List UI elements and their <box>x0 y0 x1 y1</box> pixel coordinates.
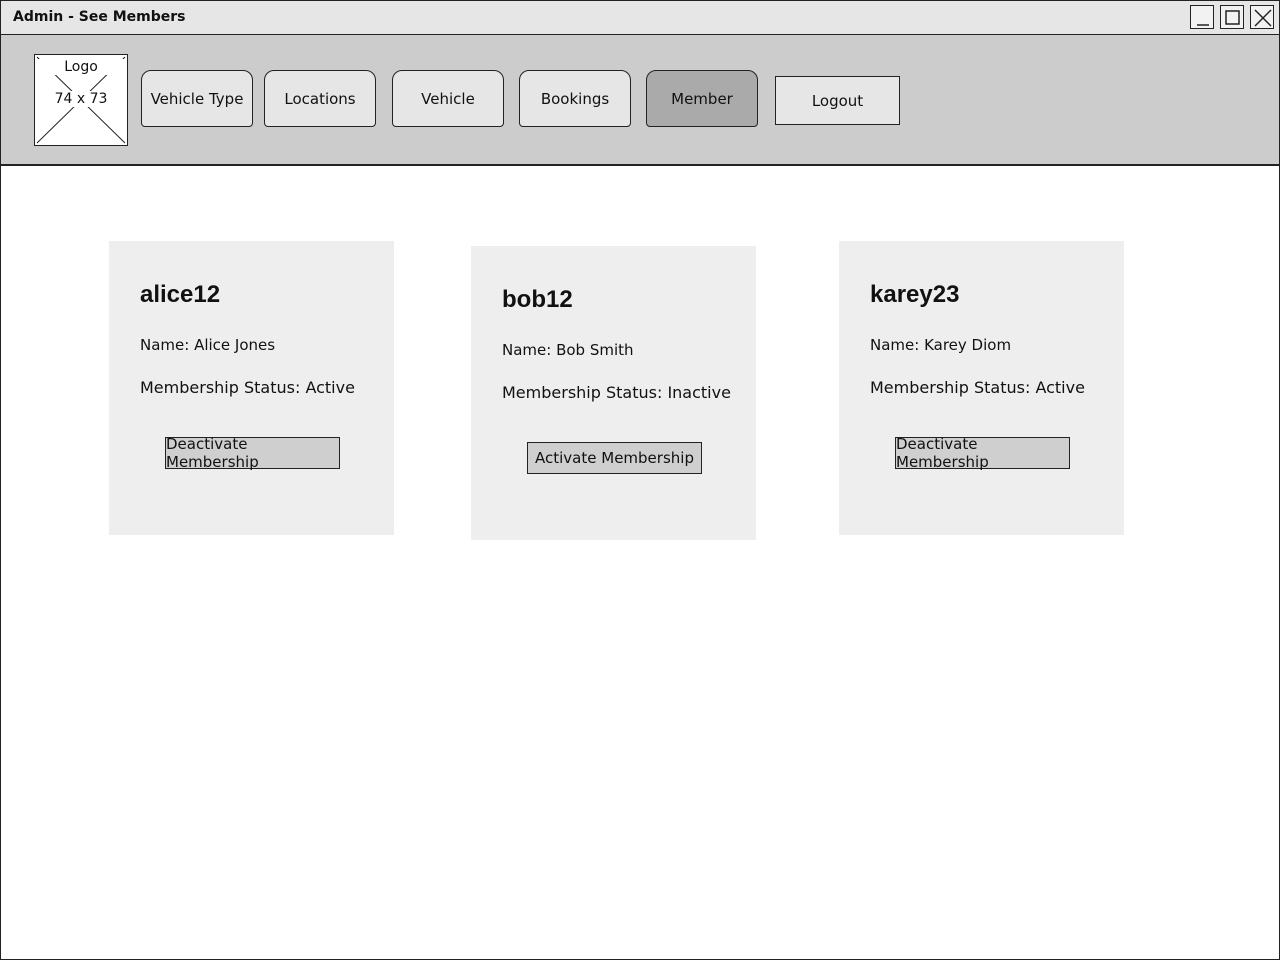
tab-locations[interactable]: Locations <box>264 70 376 127</box>
tab-member[interactable]: Member <box>646 70 758 127</box>
member-card: karey23 Name: Karey Diom Membership Stat… <box>839 241 1124 535</box>
member-username: bob12 <box>502 286 573 313</box>
tab-label: Vehicle <box>421 89 475 108</box>
close-icon[interactable] <box>1250 5 1274 29</box>
member-name: Name: Bob Smith <box>502 341 634 359</box>
logo-label: Logo <box>35 59 127 75</box>
tab-label: Locations <box>284 89 356 108</box>
logo-dimensions: 74 x 73 <box>35 91 127 107</box>
tab-vehicle-type[interactable]: Vehicle Type <box>141 70 253 127</box>
button-label: Deactivate Membership <box>166 435 259 471</box>
membership-status: Membership Status: Inactive <box>502 383 731 402</box>
member-name: Name: Alice Jones <box>140 336 276 354</box>
navigation-bar: Logo 74 x 73 Vehicle Type Locations Vehi… <box>1 35 1279 166</box>
member-username: alice12 <box>140 281 221 308</box>
app-window: Admin - See Members Logo 74 x 73 Vehicle… <box>0 0 1280 960</box>
title-bar: Admin - See Members <box>1 1 1279 35</box>
maximize-icon[interactable] <box>1220 5 1244 29</box>
button-label: Deactivate Membership <box>896 435 989 471</box>
tab-label: Bookings <box>540 89 610 108</box>
window-title: Admin - See Members <box>13 9 186 25</box>
tab-vehicle[interactable]: Vehicle <box>392 70 504 127</box>
membership-status: Membership Status: Active <box>870 378 1085 397</box>
logout-button[interactable]: Logout <box>775 76 900 125</box>
logo-placeholder: Logo 74 x 73 <box>34 54 128 146</box>
activate-membership-button[interactable]: Activate Membership <box>527 442 702 474</box>
logout-label: Logout <box>811 91 864 110</box>
tab-label: Vehicle Type <box>150 89 244 108</box>
member-username: karey23 <box>870 281 960 308</box>
deactivate-membership-button[interactable]: Deactivate Membership <box>895 435 1070 471</box>
tab-label: Member <box>671 89 733 108</box>
member-card: alice12 Name: Alice Jones Membership Sta… <box>109 241 394 535</box>
deactivate-membership-button[interactable]: Deactivate Membership <box>165 435 340 471</box>
membership-status: Membership Status: Active <box>140 378 355 397</box>
button-label: Activate Membership <box>535 449 694 467</box>
tab-bookings[interactable]: Bookings <box>519 70 631 127</box>
member-name: Name: Karey Diom <box>870 336 1012 354</box>
member-card: bob12 Name: Bob Smith Membership Status:… <box>471 246 756 540</box>
minimize-icon[interactable] <box>1190 5 1214 29</box>
